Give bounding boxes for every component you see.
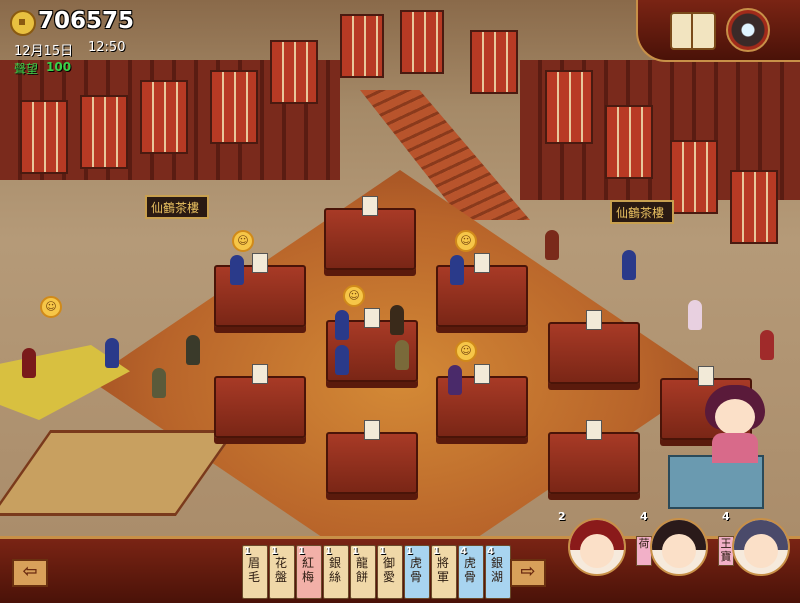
waiter-npc[interactable]	[395, 340, 409, 370]
menu-card	[586, 310, 602, 330]
staff-portrait[interactable]	[568, 518, 626, 576]
scroll-right-button[interactable]: ⇨	[510, 559, 546, 587]
teahouse-sign-left: 仙鶴茶樓	[145, 195, 209, 219]
menu-card	[252, 253, 268, 273]
tea-card[interactable]: 1 將軍	[431, 545, 457, 599]
customer-npc[interactable]	[230, 255, 244, 285]
tea-table[interactable]	[214, 364, 306, 438]
date-display: 12月15日	[14, 44, 74, 59]
tea-table[interactable]	[548, 310, 640, 384]
money-value: 706575	[38, 8, 135, 34]
menu-card	[362, 196, 378, 216]
happy-customer-icon[interactable]: ☺	[343, 285, 365, 307]
fame-label: 聲望	[14, 62, 39, 76]
entrance-rug	[0, 430, 237, 516]
customer-npc[interactable]	[545, 230, 559, 260]
happy-customer-icon[interactable]: ☺	[455, 230, 477, 252]
coin-icon	[10, 10, 36, 36]
ledger-book-button[interactable]	[670, 12, 716, 50]
tea-card-name: 龍餅	[356, 556, 369, 584]
staff-portrait[interactable]	[732, 518, 790, 576]
customer-npc[interactable]	[152, 368, 166, 398]
menu-card	[252, 364, 268, 384]
tea-table[interactable]	[214, 253, 306, 327]
menu-card	[474, 253, 490, 273]
customer-npc[interactable]	[450, 255, 464, 285]
folding-screen	[670, 140, 718, 214]
system-menu-button[interactable]	[726, 8, 770, 52]
customer-npc[interactable]	[335, 310, 349, 340]
folding-screen	[605, 105, 653, 179]
tea-card[interactable]: 1 虎骨	[404, 545, 430, 599]
customer-npc[interactable]	[448, 365, 462, 395]
customer-npc[interactable]	[105, 338, 119, 368]
tea-card-name: 銀湖	[491, 556, 504, 584]
tea-card-name: 將軍	[437, 556, 450, 584]
folding-screen	[20, 100, 68, 174]
menu-card	[698, 366, 714, 386]
menu-card	[586, 420, 602, 440]
happy-customer-icon[interactable]: ☺	[232, 230, 254, 252]
money-display: 706575 12月15日 12:50 聲望 100	[6, 4, 186, 76]
folding-screen	[140, 80, 188, 154]
tea-card[interactable]: 4 虎骨	[458, 545, 484, 599]
tea-card-name: 銀絲	[329, 556, 342, 584]
menu-card	[364, 308, 380, 328]
tea-table[interactable]	[326, 420, 418, 494]
staff-count: 4	[722, 510, 730, 523]
tea-card-name: 紅梅	[302, 556, 315, 584]
system-panel	[636, 0, 800, 62]
tea-card-name: 花盤	[275, 556, 288, 584]
customer-npc[interactable]	[186, 335, 200, 365]
staff-portrait[interactable]	[650, 518, 708, 576]
staff-count: 4	[640, 510, 648, 523]
customer-npc[interactable]	[760, 330, 774, 360]
staff-count: 2	[558, 510, 566, 523]
hostess-character[interactable]	[700, 385, 770, 465]
time-display: 12:50	[88, 40, 126, 55]
happy-customer-icon[interactable]: ☺	[40, 296, 62, 318]
customer-npc[interactable]	[335, 345, 349, 375]
teahouse-sign-right: 仙鶴茶樓	[610, 200, 674, 224]
pipa-player-npc[interactable]	[688, 300, 702, 330]
musician-npc[interactable]	[622, 250, 636, 280]
staff-portrait-panel: 2 4 荷 4 王寶	[546, 508, 800, 600]
tea-card[interactable]: 1 眉毛	[242, 545, 268, 599]
folding-screen	[80, 95, 128, 169]
top-hud: 706575 12月15日 12:50 聲望 100	[0, 0, 800, 76]
menu-card	[474, 364, 490, 384]
customer-npc[interactable]	[390, 305, 404, 335]
tea-card[interactable]: 1 銀絲	[323, 545, 349, 599]
tea-card[interactable]: 1 龍餅	[350, 545, 376, 599]
tea-card[interactable]: 1 花盤	[269, 545, 295, 599]
tea-card[interactable]: 1 御愛	[377, 545, 403, 599]
tea-card-name: 御愛	[383, 556, 396, 584]
folding-screen	[730, 170, 778, 244]
tea-card-name: 虎骨	[410, 556, 423, 584]
menu-card	[364, 420, 380, 440]
scroll-left-button[interactable]: ⇦	[12, 559, 48, 587]
folding-screen	[210, 70, 258, 144]
happy-customer-icon[interactable]: ☺	[455, 340, 477, 362]
tea-table[interactable]	[324, 196, 416, 270]
tea-card[interactable]: 1 紅梅	[296, 545, 322, 599]
tea-card-name: 眉毛	[248, 556, 261, 584]
fame-value: 100	[46, 60, 72, 74]
folding-screen	[545, 70, 593, 144]
tea-card-name: 虎骨	[464, 556, 477, 584]
vendor-npc[interactable]	[22, 348, 36, 378]
tea-table[interactable]	[548, 420, 640, 494]
tea-card[interactable]: 4 銀湖	[485, 545, 511, 599]
